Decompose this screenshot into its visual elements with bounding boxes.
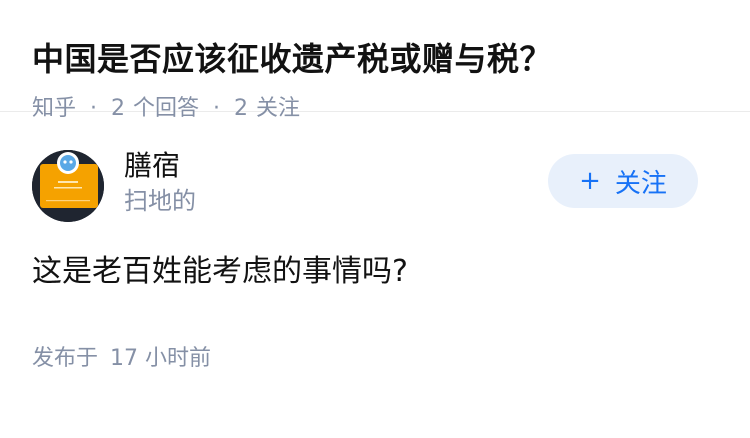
avatar-icon <box>32 150 104 222</box>
author-info: 膳宿 扫地的 <box>124 148 196 218</box>
answer-count-label[interactable]: 个回答 <box>133 94 199 124</box>
published-label: 发布于 <box>32 346 99 371</box>
author-bio: 扫地的 <box>124 187 196 215</box>
answer-meta: 发布于 17 小时前 <box>32 344 211 374</box>
answer-count: 2 <box>111 96 126 121</box>
page: 中国是否应该征收遗产税或赠与税？ 知乎 · 2 个回答 · 2 关注 膳宿 扫地… <box>0 0 750 438</box>
answer-content[interactable]: 这是老百姓能考虑的事情吗? <box>32 252 408 292</box>
follow-button[interactable]: + 关注 <box>548 154 698 208</box>
question-meta: 知乎 · 2 个回答 · 2 关注 <box>32 94 718 124</box>
author-name[interactable]: 膳宿 <box>124 148 196 184</box>
question-header: 中国是否应该征收遗产税或赠与税？ 知乎 · 2 个回答 · 2 关注 <box>0 0 750 121</box>
follow-count: 2 <box>234 96 249 121</box>
author-row: 膳宿 扫地的 + 关注 <box>32 148 698 222</box>
published-time: 17 小时前 <box>110 346 212 371</box>
avatar[interactable] <box>32 150 104 222</box>
question-title[interactable]: 中国是否应该征收遗产税或赠与税？ <box>32 38 718 80</box>
meta-separator: · <box>213 96 221 121</box>
source-label[interactable]: 知乎 <box>32 94 76 124</box>
plus-icon: + <box>579 166 601 196</box>
follow-button-label: 关注 <box>614 168 667 199</box>
meta-separator: · <box>90 96 98 121</box>
follow-count-label[interactable]: 关注 <box>256 94 300 124</box>
